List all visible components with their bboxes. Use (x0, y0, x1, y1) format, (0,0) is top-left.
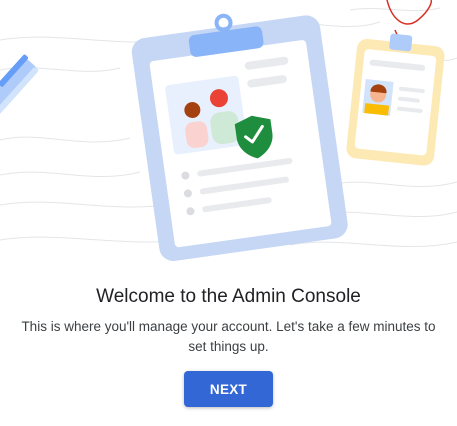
welcome-description: This is where you'll manage your account… (21, 319, 436, 354)
lanyard-string (386, 0, 432, 25)
pen-icon (0, 54, 39, 157)
id-badge-icon (346, 33, 445, 166)
welcome-title: Welcome to the Admin Console (96, 286, 361, 307)
clipboard-icon (131, 13, 348, 261)
next-button[interactable]: NEXT (184, 371, 273, 407)
welcome-dialog: Welcome to the Admin Console This is whe… (0, 0, 457, 426)
welcome-illustration (0, 0, 457, 261)
